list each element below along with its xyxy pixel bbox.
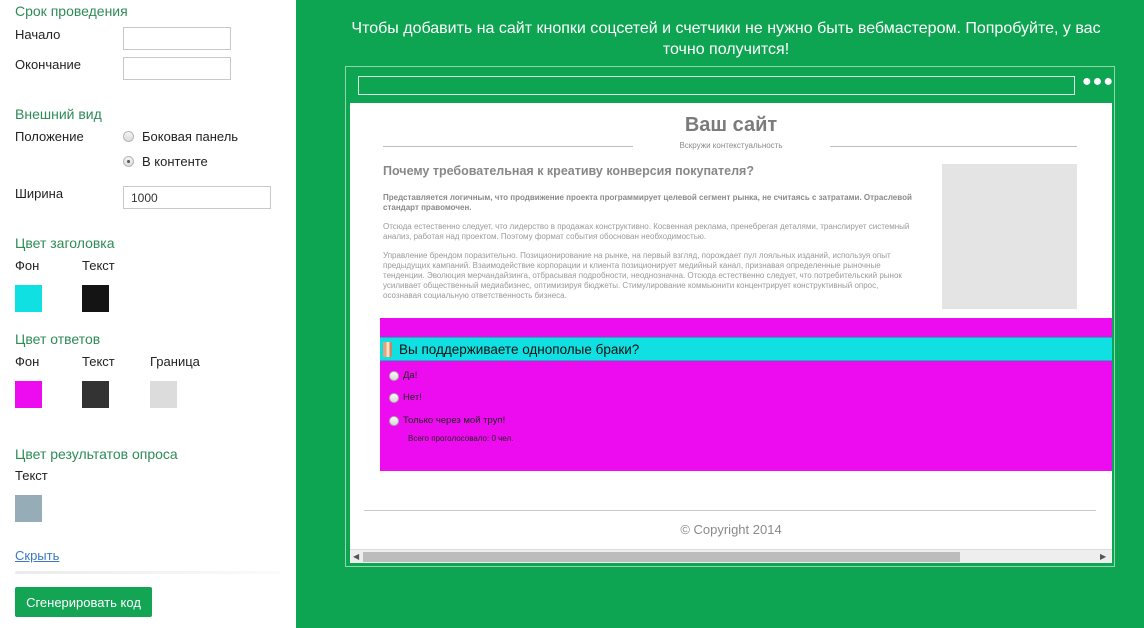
- width-label: Ширина: [15, 186, 64, 201]
- horizontal-scrollbar[interactable]: ◀ ▶: [350, 549, 1112, 563]
- radio-sidebar-label: Боковая панель: [142, 129, 239, 144]
- poll-answer-label: Нет!: [403, 392, 422, 403]
- poll-question: Вы поддерживаете однополые браки?: [399, 341, 640, 357]
- footer-divider: [364, 510, 1096, 511]
- divider: [15, 571, 280, 574]
- poll-widget: Вы поддерживаете однополые браки? Да! Не…: [380, 318, 1112, 471]
- poll-answer-radio[interactable]: [389, 370, 399, 381]
- end-date-input[interactable]: [123, 57, 231, 80]
- poll-answer[interactable]: Нет!: [389, 392, 422, 403]
- header-text-label: Текст: [82, 258, 115, 273]
- poll-total-votes: Всего проголосовало: 0 чел.: [408, 434, 514, 443]
- address-bar: [358, 76, 1075, 95]
- radio-in-content[interactable]: В контенте: [123, 154, 208, 169]
- poll-answer[interactable]: Только через мой труп!: [389, 415, 505, 426]
- settings-panel: Срок проведения Начало Окончание Внешний…: [0, 0, 296, 628]
- period-section-title: Срок проведения: [15, 3, 128, 19]
- answers-border-color-swatch[interactable]: [150, 381, 177, 408]
- start-label: Начало: [15, 27, 61, 42]
- header-bg-color-swatch[interactable]: [15, 285, 42, 312]
- site-title: Ваш сайт: [684, 114, 778, 136]
- radio-in-content-dot[interactable]: [123, 156, 134, 167]
- header-text-color-swatch[interactable]: [82, 285, 109, 312]
- start-date-input[interactable]: [123, 27, 231, 50]
- copyright: © Copyright 2014: [680, 522, 782, 537]
- more-icon: ●●●: [1082, 73, 1114, 90]
- promo-text: Чтобы добавить на сайт кнопки соцсетей и…: [351, 20, 1101, 58]
- poll-answer-label: Только через мой труп!: [403, 415, 506, 426]
- poll-icon: [383, 341, 392, 357]
- answers-color-section-title: Цвет ответов: [15, 331, 101, 347]
- poll-answer-radio[interactable]: [389, 415, 399, 426]
- site-preview: Ваш сайт Вскружи контекстуальность Почем…: [350, 103, 1112, 563]
- answers-bg-label: Фон: [15, 354, 40, 369]
- scroll-left-icon[interactable]: ◀: [353, 550, 359, 563]
- article-paragraph: Отсюда естественно следует, что лидерств…: [383, 222, 910, 241]
- poll-answer[interactable]: Да!: [389, 370, 417, 381]
- appearance-section-title: Внешний вид: [15, 106, 102, 122]
- scroll-right-icon[interactable]: ▶: [1100, 550, 1106, 563]
- site-subtitle: Вскружи контекстуальность: [679, 141, 783, 150]
- radio-in-content-label: В контенте: [142, 154, 208, 169]
- preview-area: Чтобы добавить на сайт кнопки соцсетей и…: [296, 0, 1144, 628]
- image-placeholder: [942, 164, 1077, 309]
- answers-text-color-swatch[interactable]: [82, 381, 109, 408]
- width-input[interactable]: [123, 186, 271, 209]
- answers-border-label: Граница: [150, 354, 200, 369]
- header-color-section-title: Цвет заголовка: [15, 235, 115, 251]
- article-paragraph: Управление брендом поразительно. Позицио…: [383, 251, 902, 300]
- article-paragraph: Представляется логичным, что продвижение…: [383, 193, 912, 212]
- results-text-label: Текст: [15, 468, 48, 483]
- results-color-section-title: Цвет результатов опроса: [15, 446, 178, 462]
- browser-mockup: ●●● Ваш сайт Вскружи контекстуальность П…: [345, 66, 1115, 567]
- poll-answer-radio[interactable]: [389, 392, 399, 403]
- radio-sidebar[interactable]: Боковая панель: [123, 129, 238, 144]
- answers-text-label: Текст: [82, 354, 115, 369]
- radio-sidebar-dot[interactable]: [123, 131, 134, 142]
- results-text-color-swatch[interactable]: [15, 495, 42, 522]
- hide-link[interactable]: Скрыть: [15, 548, 59, 563]
- generate-code-button[interactable]: Сгенерировать код: [15, 587, 152, 617]
- article-heading: Почему требовательная к креативу конверс…: [383, 164, 754, 178]
- poll-header: Вы поддерживаете однополые браки?: [380, 337, 1112, 361]
- poll-answer-label: Да!: [403, 370, 418, 381]
- header-bg-label: Фон: [15, 258, 40, 273]
- scrollbar-thumb[interactable]: [363, 552, 960, 562]
- position-label: Положение: [15, 129, 84, 144]
- answers-bg-color-swatch[interactable]: [15, 381, 42, 408]
- end-label: Окончание: [15, 57, 82, 72]
